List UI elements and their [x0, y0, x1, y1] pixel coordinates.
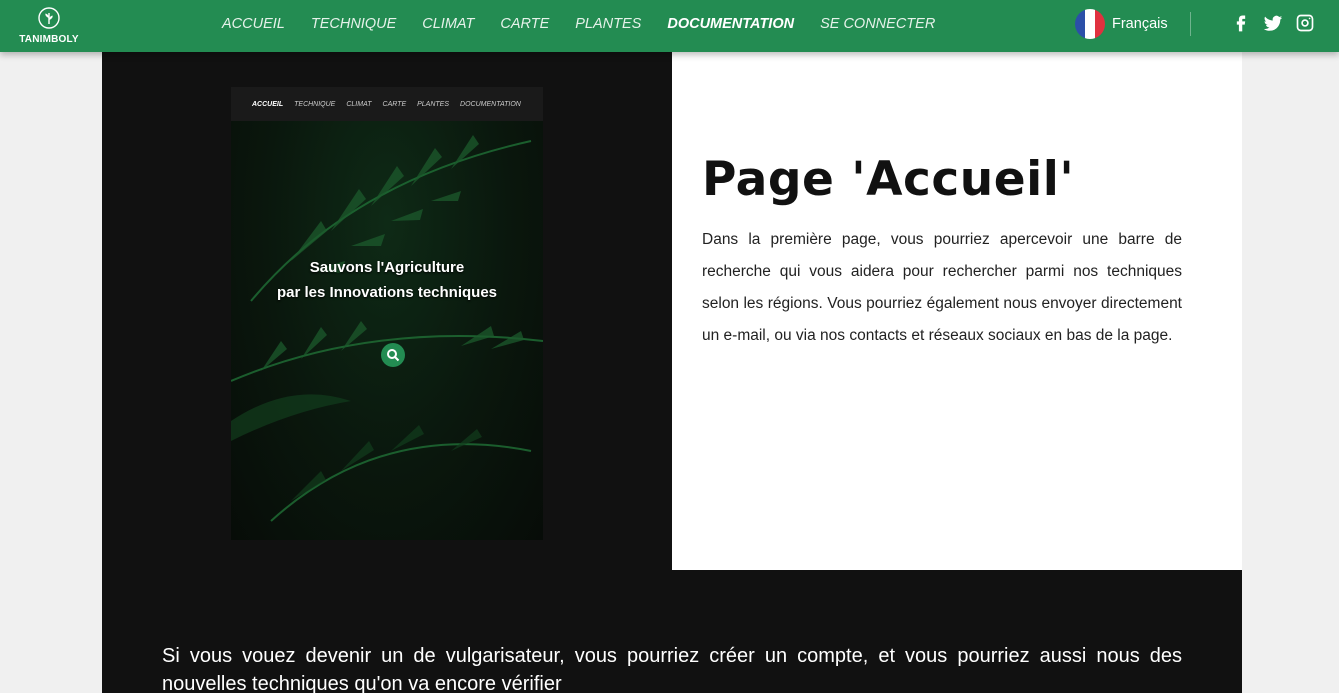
- screenshot-hero-title: Sauvons l'Agriculture par les Innovation…: [231, 255, 543, 305]
- nav-item-carte[interactable]: CARTE: [500, 16, 549, 32]
- leaf-circle-icon: [38, 7, 60, 29]
- fern-background-image: [231, 135, 543, 522]
- hero-title-line2: par les Innovations techniques: [276, 284, 498, 301]
- france-flag-icon: [1075, 9, 1105, 39]
- homepage-screenshot: ACCUEIL TECHNIQUE CLIMAT CARTE PLANTES D…: [231, 87, 543, 540]
- facebook-icon[interactable]: [1230, 12, 1252, 34]
- main-nav: ACCUEIL TECHNIQUE CLIMAT CARTE PLANTES D…: [222, 0, 961, 48]
- section-card: Page 'Accueil' Dans la première page, vo…: [672, 52, 1242, 570]
- instagram-icon[interactable]: [1294, 12, 1316, 34]
- top-navbar: TANIMBOLY ACCUEIL TECHNIQUE CLIMAT CARTE…: [0, 0, 1339, 52]
- nav-item-se-connecter[interactable]: SE CONNECTER: [820, 16, 935, 32]
- language-selector[interactable]: Français: [1075, 9, 1168, 39]
- nav-item-plantes[interactable]: PLANTES: [575, 16, 641, 32]
- screenshot-nav-item: CLIMAT: [346, 100, 372, 108]
- nav-item-accueil[interactable]: ACCUEIL: [222, 16, 285, 32]
- screenshot-nav-item: ACCUEIL: [252, 100, 284, 108]
- social-links: [1230, 12, 1326, 34]
- screenshot-navbar: ACCUEIL TECHNIQUE CLIMAT CARTE PLANTES D…: [231, 87, 543, 121]
- brand-name: TANIMBOLY: [19, 34, 79, 45]
- section-description: Dans la première page, vous pourriez ape…: [702, 231, 1182, 344]
- screenshot-nav-item: DOCUMENTATION: [460, 100, 521, 108]
- nav-item-documentation[interactable]: DOCUMENTATION: [667, 16, 794, 32]
- screenshot-nav-item: TECHNIQUE: [294, 100, 336, 108]
- section-title: Page 'Accueil': [702, 152, 1075, 207]
- documentation-content: ACCUEIL TECHNIQUE CLIMAT CARTE PLANTES D…: [102, 52, 1242, 693]
- screenshot-nav-item: CARTE: [382, 100, 407, 108]
- hero-title-line1: Sauvons l'Agriculture: [309, 259, 465, 276]
- twitter-icon[interactable]: [1262, 12, 1284, 34]
- nav-divider: [1190, 12, 1191, 36]
- brand-logo[interactable]: TANIMBOLY: [12, 6, 86, 45]
- nav-item-technique[interactable]: TECHNIQUE: [311, 16, 396, 32]
- language-label: Français: [1112, 16, 1168, 32]
- screenshot-nav-item: PLANTES: [417, 100, 450, 108]
- account-info-text: Si vous vouez devenir un de vulgarisateu…: [162, 645, 1182, 693]
- search-icon: [381, 343, 405, 367]
- nav-item-climat[interactable]: CLIMAT: [422, 16, 474, 32]
